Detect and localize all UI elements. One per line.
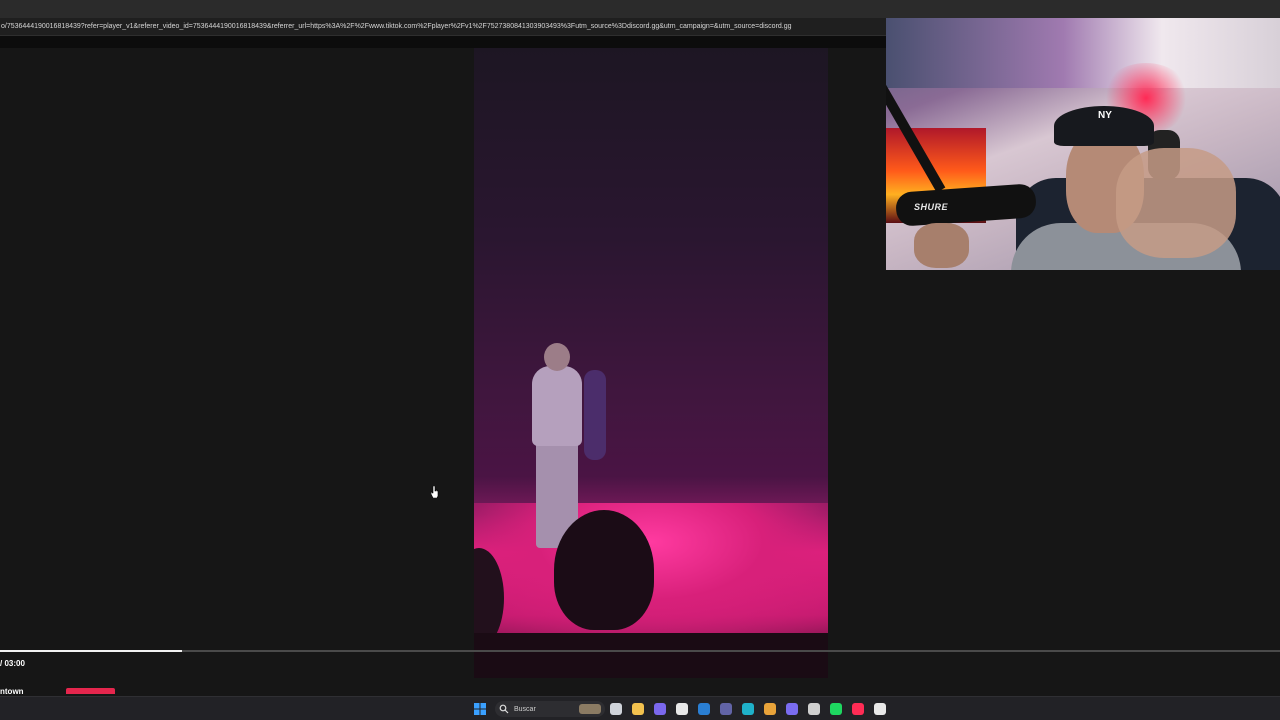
webcam-left-hand [914, 223, 969, 268]
channel-name[interactable]: ntown [0, 687, 24, 696]
search-icon [499, 704, 509, 714]
copilot-icon[interactable] [654, 703, 666, 715]
spotify-icon[interactable] [830, 703, 842, 715]
dancer-body [532, 366, 582, 446]
video-progress-fill [0, 650, 182, 652]
webcam-room-ceiling [886, 18, 1280, 88]
browser-toolbar-strip [0, 36, 886, 48]
webcam-mic-brand: SHURE [914, 202, 949, 212]
time-display: / 03:00 [0, 659, 25, 668]
edge-icon[interactable] [742, 703, 754, 715]
windows-taskbar: Buscar [0, 696, 1280, 720]
hand-cursor-icon [431, 486, 439, 498]
back-icon[interactable] [874, 703, 886, 715]
file-explorer-icon[interactable] [632, 703, 644, 715]
browser-top-bar [0, 0, 1280, 18]
desktop-screen: o/7536444190016818439?refer=player_v1&re… [0, 0, 1280, 720]
audience-silhouette [554, 510, 654, 630]
chrome-icon[interactable] [764, 703, 776, 715]
webcam-overlay: NY SHURE [886, 18, 1280, 270]
search-highlight-image [579, 704, 601, 714]
task-view-icon[interactable] [610, 703, 622, 715]
store-icon[interactable] [676, 703, 688, 715]
outlook-icon[interactable] [698, 703, 710, 715]
discord-icon[interactable] [786, 703, 798, 715]
search-placeholder: Buscar [514, 705, 536, 713]
background-dancer [584, 370, 606, 460]
audience-row [474, 633, 828, 678]
video-frame[interactable] [474, 48, 828, 678]
address-bar[interactable]: o/7536444190016818439?refer=player_v1&re… [0, 18, 886, 36]
settings-icon[interactable] [808, 703, 820, 715]
dancer-head [544, 343, 570, 371]
webcam-cap-logo: NY [1098, 110, 1112, 121]
subscribe-button[interactable] [66, 688, 115, 694]
webcam-raised-hand [1116, 148, 1236, 258]
tiktok-icon[interactable] [852, 703, 864, 715]
taskbar-search[interactable]: Buscar [495, 701, 605, 717]
video-progress-bar[interactable] [0, 650, 1280, 652]
teams-icon[interactable] [720, 703, 732, 715]
windows-start-icon[interactable] [474, 703, 486, 715]
